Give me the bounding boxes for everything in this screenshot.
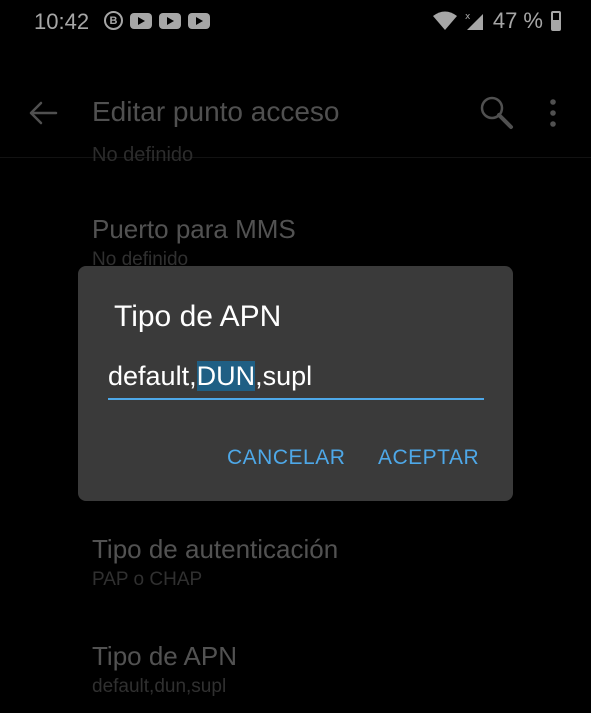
cancel-button[interactable]: CANCELAR bbox=[227, 446, 345, 470]
input-text-before: default, bbox=[108, 361, 197, 391]
apn-type-input-value[interactable]: default,DUN,supl bbox=[108, 361, 312, 392]
accept-button[interactable]: ACEPTAR bbox=[378, 446, 479, 470]
apn-type-dialog: Tipo de APN default,DUN,supl CANCELAR AC… bbox=[78, 266, 513, 501]
input-text-after: ,supl bbox=[255, 361, 313, 391]
apn-type-input[interactable]: default,DUN,supl bbox=[108, 356, 484, 400]
input-text-selection: DUN bbox=[196, 361, 256, 391]
dialog-title: Tipo de APN bbox=[114, 300, 282, 333]
